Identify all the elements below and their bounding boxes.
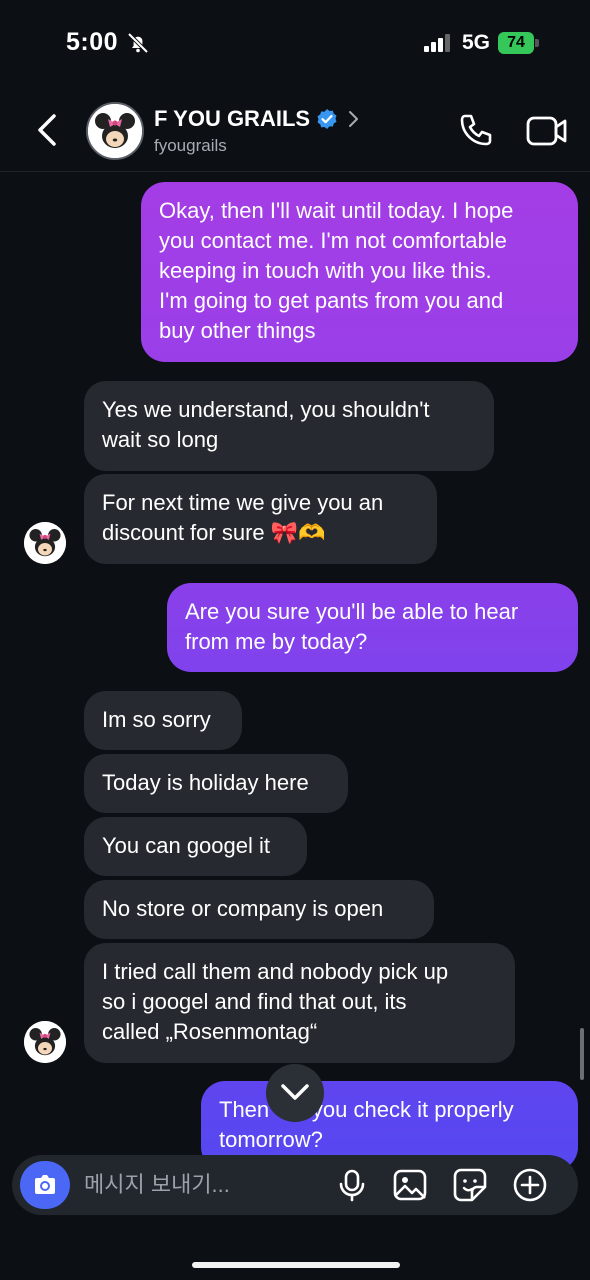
message-incoming[interactable]: For next time we give you an discount fo… xyxy=(84,474,437,564)
message-incoming[interactable]: I tried call them and nobody pick up so … xyxy=(84,943,515,1063)
title-row[interactable]: F YOU GRAILS xyxy=(154,106,360,132)
back-icon[interactable] xyxy=(30,110,66,150)
signal-icon xyxy=(424,34,450,52)
home-indicator[interactable] xyxy=(192,1262,400,1268)
verified-icon xyxy=(317,109,337,129)
minnie-avatar-icon xyxy=(88,104,142,158)
gallery-icon[interactable] xyxy=(392,1167,428,1203)
network-label: 5G xyxy=(462,31,491,54)
scroll-to-bottom-button[interactable] xyxy=(266,1064,324,1122)
message-incoming[interactable]: You can googel it xyxy=(84,817,307,876)
message-incoming[interactable]: Im so sorry xyxy=(84,691,242,750)
bell-off-icon xyxy=(127,32,149,54)
video-icon[interactable] xyxy=(526,114,568,148)
sticker-icon[interactable] xyxy=(452,1167,488,1203)
sender-avatar[interactable] xyxy=(24,1021,66,1063)
sender-avatar[interactable] xyxy=(24,522,66,564)
message-incoming[interactable]: Yes we understand, you shouldn't wait so… xyxy=(84,381,494,471)
status-time: 5:00 xyxy=(66,28,119,56)
scroll-indicator[interactable] xyxy=(580,1028,584,1080)
chat-header: F YOU GRAILS fyougrails xyxy=(0,90,590,172)
status-bar: 5:00 5G 74 xyxy=(0,0,590,90)
message-input[interactable] xyxy=(84,1167,324,1203)
message-composer xyxy=(12,1155,578,1215)
message-incoming[interactable]: Today is holiday here xyxy=(84,754,348,813)
chat-handle: fyougrails xyxy=(154,136,227,155)
message-outgoing[interactable]: Okay, then I'll wait until today. I hope… xyxy=(141,182,578,362)
chevron-down-icon xyxy=(281,1084,309,1100)
plus-icon[interactable] xyxy=(512,1167,548,1203)
message-outgoing[interactable]: Are you sure you'll be able to hear from… xyxy=(167,583,578,672)
phone-icon[interactable] xyxy=(456,112,494,150)
battery-level: 74 xyxy=(498,32,534,54)
chat-title[interactable]: F YOU GRAILS xyxy=(154,106,310,132)
message-incoming[interactable]: No store or company is open xyxy=(84,880,434,939)
minnie-avatar-icon xyxy=(24,1021,66,1063)
camera-icon xyxy=(35,1175,55,1194)
profile-avatar[interactable] xyxy=(86,102,144,160)
microphone-icon[interactable] xyxy=(334,1167,370,1203)
chevron-right-icon xyxy=(349,111,359,127)
camera-button[interactable] xyxy=(20,1161,70,1209)
battery-icon: 74 xyxy=(498,32,540,54)
minnie-avatar-icon xyxy=(24,522,66,564)
